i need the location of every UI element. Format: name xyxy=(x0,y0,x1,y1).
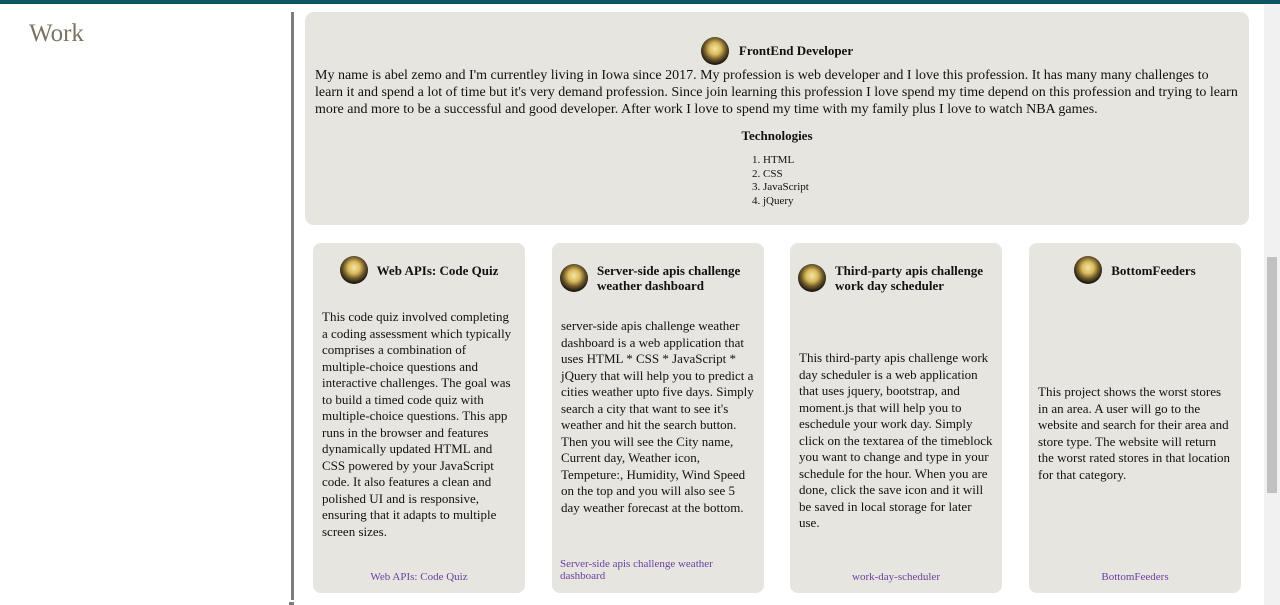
card-description: This code quiz involved completing a cod… xyxy=(322,309,512,539)
card-description: server-side apis challenge weather dashb… xyxy=(561,318,754,515)
profile-panel: FrontEnd Developer My name is abel zemo … xyxy=(305,12,1249,225)
card-header: Third-party apis challenge work day sche… xyxy=(798,263,994,293)
project-link[interactable]: work-day-scheduler xyxy=(798,571,994,583)
vertical-scrollbar[interactable] xyxy=(1264,4,1280,605)
card-header: Web APIs: Code Quiz xyxy=(321,256,517,284)
avatar xyxy=(339,256,368,284)
avatar xyxy=(798,264,826,292)
project-link[interactable]: Server-side apis challenge weather dashb… xyxy=(560,558,756,582)
technologies-heading: Technologies xyxy=(741,128,813,143)
card-title: Web APIs: Code Quiz xyxy=(376,262,499,278)
project-card-weather-dashboard: Server-side apis challenge weather dashb… xyxy=(552,243,764,593)
card-description: This third-party apis challenge work day… xyxy=(799,350,993,530)
avatar xyxy=(1074,256,1103,284)
technology-item: 2. CSS xyxy=(752,167,783,180)
card-title: Third-party apis challenge work day sche… xyxy=(835,263,984,293)
technologies-list: 1. HTML 2. CSS 3. JavaScript 4. jQuery xyxy=(752,154,809,208)
profile-title: FrontEnd Developer xyxy=(738,43,854,58)
top-accent-bar xyxy=(0,0,1280,4)
avatar xyxy=(560,264,588,292)
project-link[interactable]: BottomFeeders xyxy=(1037,571,1233,583)
section-title: Work xyxy=(29,20,84,47)
vertical-divider xyxy=(291,12,294,600)
project-link[interactable]: Web APIs: Code Quiz xyxy=(321,571,517,583)
card-description: This project shows the worst stores in a… xyxy=(1038,384,1231,482)
project-card-code-quiz: Web APIs: Code Quiz This code quiz invol… xyxy=(313,243,525,593)
technology-item: 1. HTML xyxy=(752,154,795,166)
card-header: BottomFeeders xyxy=(1037,256,1233,284)
avatar xyxy=(700,37,729,65)
project-card-work-day-scheduler: Third-party apis challenge work day sche… xyxy=(790,243,1002,593)
scrollbar-thumb[interactable] xyxy=(1267,257,1277,493)
card-header: Server-side apis challenge weather dashb… xyxy=(560,263,756,293)
card-title: BottomFeeders xyxy=(1111,262,1196,278)
technology-item: 3. JavaScript xyxy=(752,181,809,193)
card-title: Server-side apis challenge weather dashb… xyxy=(597,263,741,293)
profile-bio: My name is abel zemo and I'm currentley … xyxy=(315,68,1238,117)
technology-item: 4. jQuery xyxy=(752,194,794,207)
profile-header: FrontEnd Developer xyxy=(305,37,1249,65)
project-card-bottomfeeders: BottomFeeders This project shows the wor… xyxy=(1029,243,1241,593)
